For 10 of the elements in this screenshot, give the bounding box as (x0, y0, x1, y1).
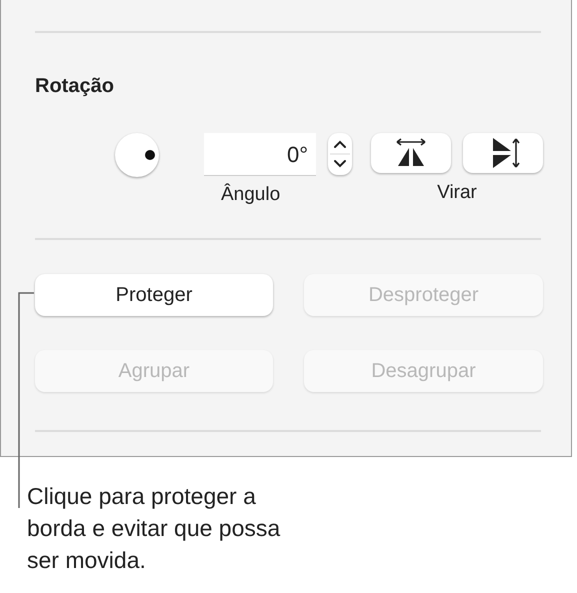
flip-horizontal-button[interactable] (371, 133, 451, 173)
angle-field[interactable]: 0° (204, 133, 316, 175)
rotation-dial[interactable] (115, 133, 159, 177)
angle-stepper[interactable] (328, 133, 352, 175)
section-heading: Rotação (35, 75, 115, 99)
action-button[interactable]: Proteger (35, 274, 273, 316)
flip-vertical-button[interactable] (463, 133, 543, 173)
angle-label: Ângulo (221, 184, 282, 206)
flip-label: Virar (437, 182, 477, 204)
callout-text: Clique para proteger a borda e evitar que possa ser movida. (27, 482, 282, 575)
